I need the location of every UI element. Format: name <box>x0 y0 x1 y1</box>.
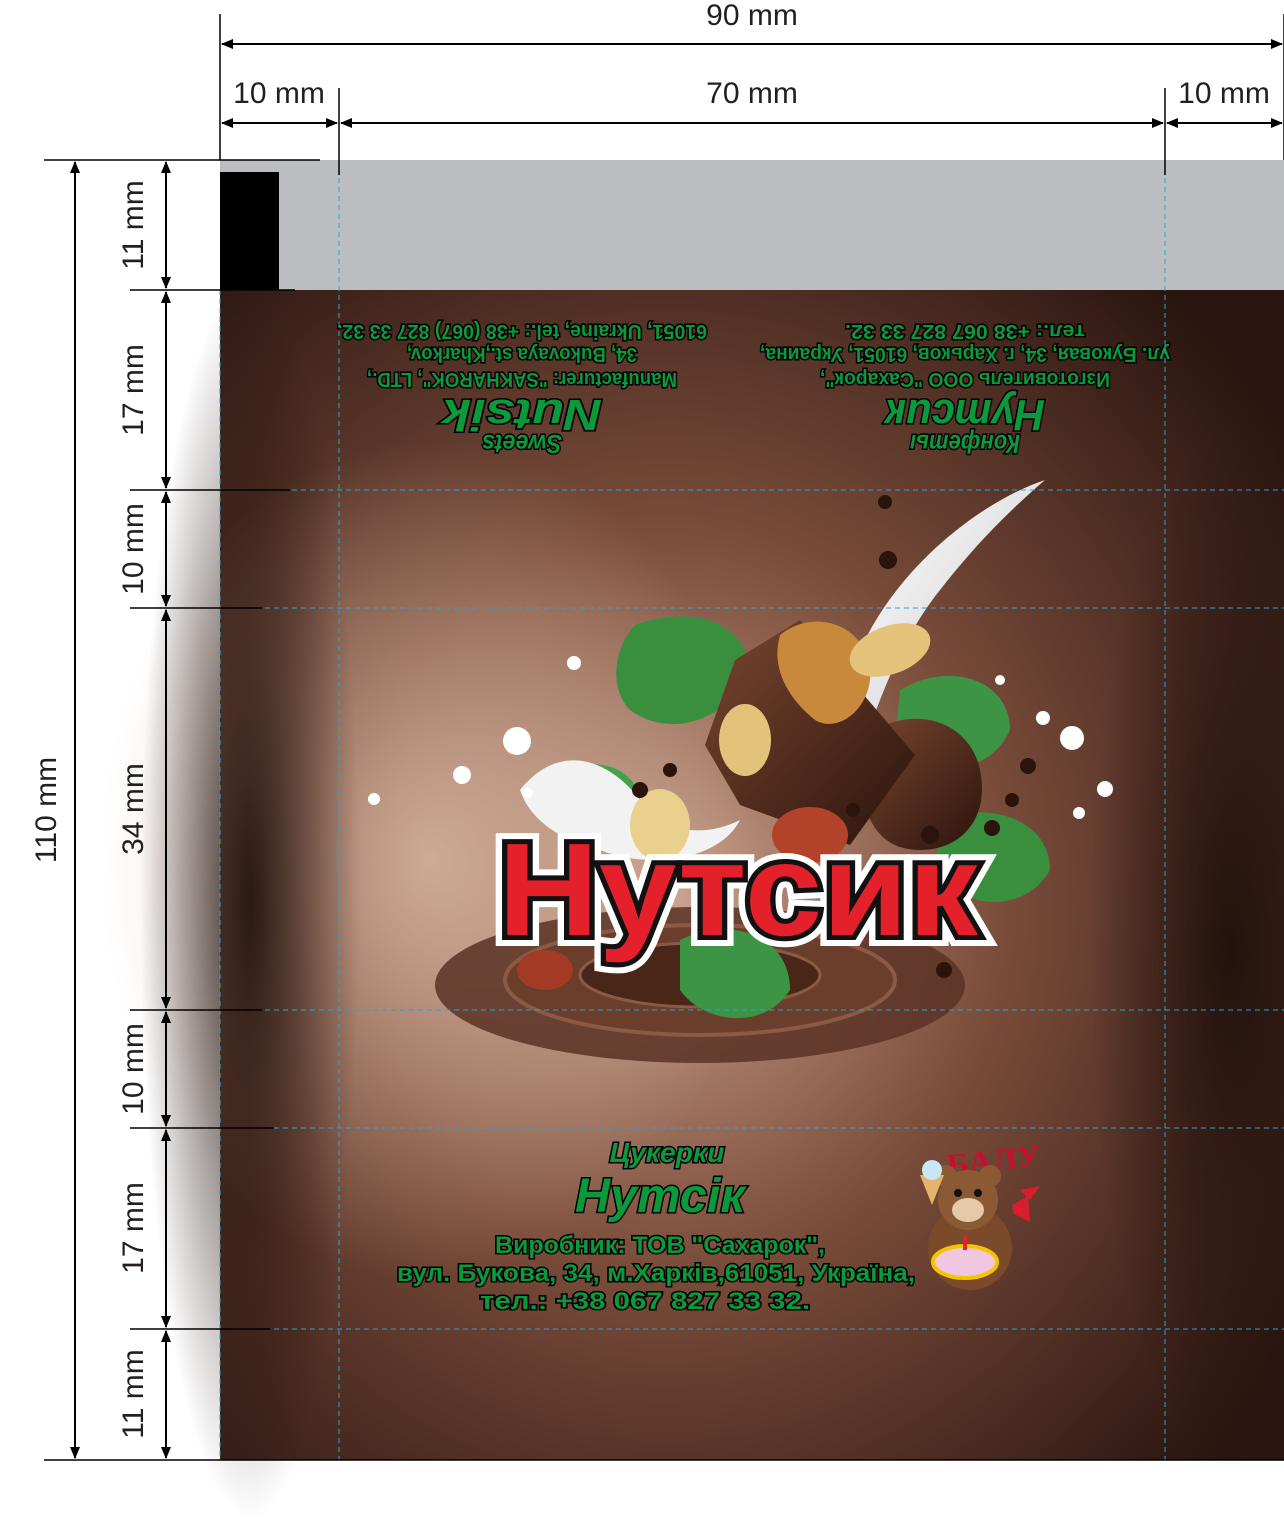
ua-heading: Цукерки <box>610 1137 725 1168</box>
label-total-height: 110 mm <box>30 757 63 863</box>
ru-line-1: Изготовитель ООО "Сахарок", <box>820 368 1110 390</box>
bear-eye-right <box>974 1189 982 1197</box>
en-line-1: Manufacturer: "SAKHAROK", LTD., <box>367 368 677 390</box>
en-line-3: 61051, Ukraine, tel.: +38 (067) 827 33 3… <box>337 320 707 342</box>
peanut-3 <box>719 704 771 776</box>
cake-candle <box>963 1236 967 1250</box>
bear-ear-right <box>979 1165 1001 1187</box>
ua-line-1: Виробник: ТОВ "Сахарок", <box>495 1232 825 1259</box>
packaging-wrapper-diagram: Нутсик Нутсик Конфеты Нутсик Изготовител… <box>30 0 1284 1520</box>
label-row-3: 10 mm <box>117 503 150 595</box>
ru-line-3: тел.: +38 067 827 33 32. <box>845 320 1085 342</box>
ua-product-name: Нутсік <box>575 1170 748 1223</box>
brand-logo: Нутсик Нутсик <box>487 805 990 974</box>
label-row-7: 11 mm <box>117 1349 150 1438</box>
birthday-cake <box>931 1244 999 1280</box>
ru-product-name: Нутсик <box>882 390 1045 439</box>
brand-name: Нутсик <box>498 816 979 963</box>
label-margin-right: 10 mm <box>1178 77 1270 110</box>
en-product-name: Nutsik <box>439 390 602 439</box>
ua-line-3: тел.: +38 067 827 33 32. <box>480 1288 810 1315</box>
label-row-2: 17 mm <box>117 344 150 436</box>
ice-cream-scoop <box>922 1160 942 1180</box>
label-total-width: 90 mm <box>706 0 798 32</box>
label-row-1: 11 mm <box>117 180 150 269</box>
label-row-6: 17 mm <box>117 1182 150 1274</box>
en-line-2: 34, Bukovaya st.,Kharkov, <box>407 343 637 365</box>
registration-marker <box>220 172 279 290</box>
ru-line-2: ул. Буковая, 34, г. Харьков, 61051, Укра… <box>760 343 1170 365</box>
wrapper-artwork: Нутсик Нутсик Конфеты Нутсик Изготовител… <box>44 160 1284 1520</box>
label-row-4: 34 mm <box>117 763 150 855</box>
label-margin-left: 10 mm <box>233 77 325 110</box>
label-row-5: 10 mm <box>117 1023 150 1115</box>
ua-line-2: вул. Букова, 34, м.Харків,61051, Україна… <box>397 1260 915 1287</box>
top-grey-band <box>220 160 1284 290</box>
bear-eye-left <box>954 1189 962 1197</box>
bear-muzzle <box>952 1198 984 1222</box>
background-dark-shade-left <box>140 280 360 1520</box>
label-content-width: 70 mm <box>706 77 798 110</box>
